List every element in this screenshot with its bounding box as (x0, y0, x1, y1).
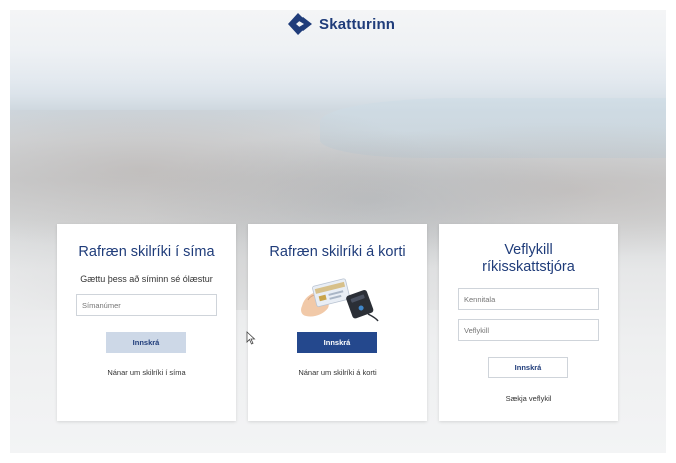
card-web-key-title: Veflykill ríkisskattstjóra (439, 242, 618, 276)
kennitala-input[interactable] (458, 288, 599, 310)
phone-info-link[interactable]: Nánar um skilríki í síma (57, 368, 236, 377)
smartcard-login-button[interactable]: Innskrá (297, 332, 377, 353)
card-reader-illustration-icon (301, 278, 379, 322)
web-key-login-button[interactable]: Innskrá (488, 357, 568, 378)
card-phone-subtitle: Gættu þess að síminn sé ólæstur (80, 274, 213, 284)
card-smartcard-eid: Rafræn skilríki á korti Innskrá Nánar um… (248, 224, 427, 421)
card-web-key-title-line2: ríkisskattstjóra (482, 259, 575, 275)
phone-number-input[interactable] (76, 294, 217, 316)
smartcard-info-link[interactable]: Nánar um skilríki á korti (248, 368, 427, 377)
phone-login-button[interactable]: Innskrá (106, 332, 186, 353)
card-phone-eid: Rafræn skilríki í síma Gættu þess að sím… (57, 224, 236, 421)
card-web-key: Veflykill ríkisskattstjóra Innskrá Sækja… (439, 224, 618, 421)
card-smartcard-title: Rafræn skilríki á korti (269, 244, 406, 260)
skatturinn-logo[interactable]: Skatturinn (287, 12, 395, 36)
card-web-key-title-line1: Veflykill (504, 242, 553, 258)
card-phone-title: Rafræn skilríki í síma (78, 244, 215, 260)
get-web-key-link[interactable]: Sækja veflykil (439, 394, 618, 403)
logo-text: Skatturinn (319, 15, 396, 33)
skatturinn-logo-icon (288, 13, 312, 35)
mouse-cursor-icon (246, 331, 256, 345)
web-key-input[interactable] (458, 319, 599, 341)
